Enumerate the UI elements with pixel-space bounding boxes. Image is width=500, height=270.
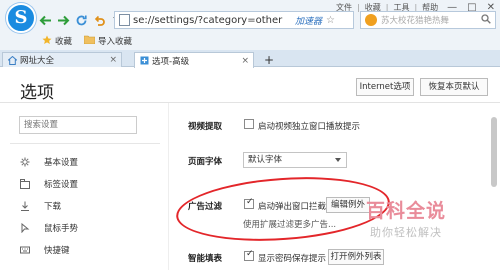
address-input[interactable]: se://settings/?category=other (133, 15, 291, 26)
favorites-button[interactable]: 收藏 (42, 35, 72, 48)
content-divider (168, 103, 169, 270)
sidebar-item-mouse-gesture[interactable]: 鼠标手势 (20, 222, 78, 234)
import-favorites-label: 导入收藏 (98, 37, 133, 47)
tab-home-label: 网址大全 (20, 56, 55, 66)
home-icon (7, 55, 18, 65)
search-icon[interactable] (481, 13, 491, 27)
password-prompt-checkbox[interactable] (244, 249, 254, 261)
close-tab-icon[interactable]: × (109, 55, 117, 65)
password-prompt-option: 显示密码保存提示 (258, 254, 327, 264)
video-popup-option: 启动视频独立窗口播放提示 (258, 122, 361, 132)
tab-settings-label: 选项-高级 (152, 56, 190, 67)
accelerator-button[interactable]: 加速器 (295, 14, 322, 27)
sidebar-item-label: 鼠标手势 (44, 224, 79, 234)
sidebar-item-label: 标签设置 (44, 180, 79, 190)
sidebar-divider (10, 143, 160, 144)
download-icon (20, 201, 30, 211)
page-icon (119, 14, 130, 26)
font-select[interactable]: 默认字体 (243, 152, 347, 168)
browser-logo-letter: S (14, 7, 28, 28)
folder-icon (83, 35, 96, 47)
video-popup-checkbox[interactable] (244, 119, 254, 129)
tab-home[interactable]: 网址大全 × (2, 52, 122, 67)
back-arrow-icon[interactable] (38, 13, 52, 27)
search-input[interactable]: 苏大校花猎艳热舞 (381, 14, 449, 26)
font-select-value: 默认字体 (248, 155, 283, 165)
star-icon (42, 35, 52, 48)
sidebar-item-label: 下载 (44, 202, 62, 212)
tabs-icon (20, 179, 30, 189)
sidebar-item-label: 快捷键 (44, 246, 70, 256)
import-favorites-button[interactable]: 导入收藏 (83, 35, 133, 47)
favorites-label: 收藏 (55, 37, 73, 47)
sidebar-item-basic[interactable]: 基本设置 (20, 156, 78, 168)
favorites-bar: 收藏 导入收藏 (0, 34, 132, 48)
watermark-subtitle: 助你轻松解决 (370, 226, 442, 239)
sidebar-item-download[interactable]: 下载 (20, 200, 61, 212)
page-title: 选项 (20, 83, 54, 103)
gear-icon (20, 157, 30, 167)
header-divider (0, 102, 500, 103)
search-box[interactable]: 苏大校花猎艳热舞 (360, 11, 496, 29)
watermark: 百科全说 助你轻松解决 (356, 196, 488, 252)
smart-fill-label: 智能填表 (188, 254, 223, 264)
browser-logo[interactable]: S (6, 3, 36, 33)
undo-icon[interactable] (92, 13, 106, 27)
video-extraction-label: 视频提取 (188, 122, 223, 132)
chevron-down-icon (335, 158, 341, 162)
sidebar-item-tabs[interactable]: 标签设置 (20, 178, 78, 190)
settings-search-input[interactable] (19, 116, 137, 134)
sidebar-item-label: 基本设置 (44, 158, 79, 168)
internet-options-button[interactable]: Internet选项 (356, 78, 414, 96)
search-engine-icon[interactable] (365, 14, 377, 26)
forward-arrow-icon[interactable] (56, 13, 70, 27)
new-tab-button[interactable]: + (264, 53, 274, 67)
page-font-label: 页面字体 (188, 157, 223, 167)
tab-bar: 网址大全 × 选项-高级 × + (0, 50, 500, 68)
scrollbar[interactable] (490, 103, 498, 270)
address-bar[interactable]: se://settings/?category=other 加速器 ☆ (114, 11, 354, 29)
bookmark-star-icon[interactable]: ☆ (326, 15, 335, 26)
tab-settings[interactable]: 选项-高级 × (134, 52, 254, 68)
refresh-icon[interactable] (74, 13, 88, 27)
settings-tab-icon (140, 56, 149, 65)
close-tab-icon[interactable]: × (241, 56, 249, 66)
keyboard-icon (20, 245, 30, 255)
sidebar-item-shortcuts[interactable]: 快捷键 (20, 244, 70, 256)
watermark-title: 百科全说 (366, 200, 447, 222)
scrollbar-thumb[interactable] (491, 117, 497, 187)
reset-defaults-button[interactable]: 恢复本页默认 (420, 78, 488, 96)
mouse-gesture-icon (20, 223, 30, 233)
